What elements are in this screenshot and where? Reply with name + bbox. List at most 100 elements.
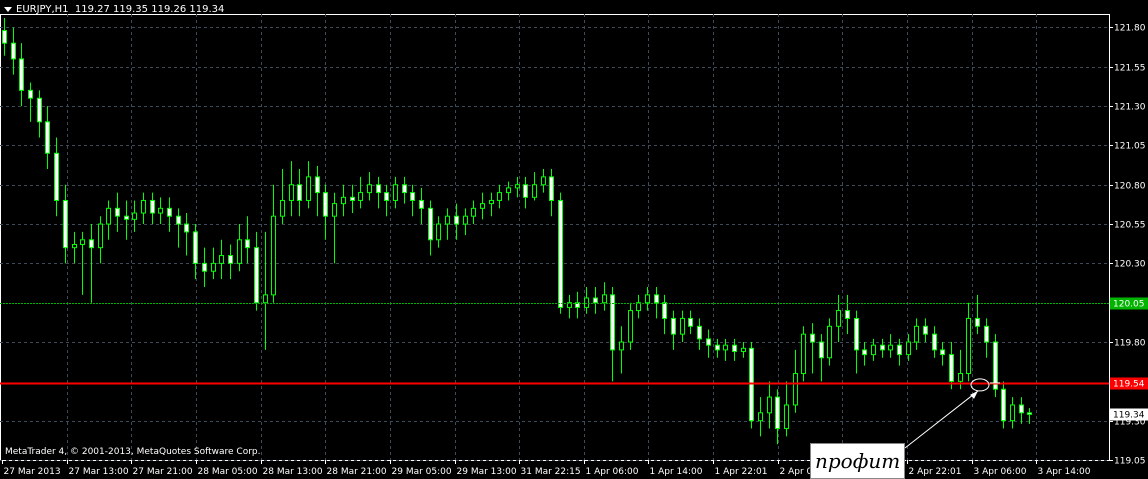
- candle-bear: [115, 207, 120, 217]
- candle-bear: [228, 255, 233, 264]
- candle-bull: [836, 310, 841, 327]
- candle-bull: [132, 212, 137, 220]
- candle-bull: [263, 294, 268, 304]
- candle-bear: [671, 317, 676, 335]
- candle-bear: [297, 184, 302, 201]
- price-tick-label: 120.55: [1114, 221, 1146, 231]
- candle-bear: [323, 192, 328, 217]
- candle-bull: [888, 344, 893, 351]
- candle-bull: [271, 215, 276, 296]
- candle-bull: [793, 372, 798, 406]
- candle-bull: [914, 325, 919, 343]
- candle-bear: [923, 325, 928, 335]
- red-level-price-label: 119.54: [1113, 380, 1145, 390]
- copyright-text: MetaTrader 4, © 2001-2013, MetaQuotes So…: [5, 447, 261, 457]
- candle-bear: [810, 333, 815, 343]
- candle-bear: [402, 184, 407, 194]
- dropdown-triangle-icon[interactable]: [4, 6, 12, 12]
- candle-bear: [89, 239, 94, 249]
- candle-bear: [376, 184, 381, 194]
- candle-bull: [966, 317, 971, 374]
- candle-bear: [819, 341, 824, 359]
- time-tick-label: 3 Apr 14:00: [1038, 467, 1091, 477]
- candle-bull: [1010, 404, 1015, 422]
- candle-bull: [541, 176, 546, 186]
- candle-bear: [167, 207, 172, 217]
- candle-bear: [558, 199, 563, 308]
- candle-bull: [158, 207, 163, 214]
- time-tick-label: 31 Mar 22:15: [521, 467, 581, 477]
- candle-bull: [506, 187, 511, 194]
- candle-bull: [445, 215, 450, 225]
- candle-bear: [28, 89, 33, 99]
- candle-bull: [532, 184, 537, 198]
- candle-bull: [98, 223, 103, 249]
- candle-bear: [315, 176, 320, 194]
- candle-bear: [54, 152, 59, 201]
- ohlc-readout: 119.27 119.35 119.26 119.34: [74, 4, 225, 15]
- candle-bull: [463, 215, 468, 225]
- candle-bull: [393, 184, 398, 201]
- candle-bull: [489, 199, 494, 205]
- candle-bear: [11, 42, 16, 60]
- candle-bull: [741, 347, 746, 352]
- candle-bear: [732, 344, 737, 352]
- time-tick-label: 1 Apr 22:01: [715, 467, 768, 477]
- candle-bull: [584, 297, 589, 308]
- time-tick-label: 28 Mar 13:00: [263, 467, 323, 477]
- price-chart[interactable]: 121.80 121.55 121.30 121.05 120.80 120.55 120.…: [0, 0, 1148, 479]
- annotation-label[interactable]: профит: [810, 443, 905, 479]
- candle-bear: [775, 396, 780, 430]
- candle-bull: [306, 176, 311, 201]
- annotation-arrow-line: [904, 390, 979, 449]
- candle-bull: [141, 199, 146, 214]
- current-price-label: 119.34: [1113, 411, 1145, 421]
- candle-bull: [332, 203, 337, 217]
- chart-header: EURJPY,H1 119.27 119.35 119.26 119.34: [4, 4, 224, 15]
- candle-bull: [237, 239, 242, 264]
- candle-bear: [2, 30, 7, 44]
- candle-bull: [619, 341, 624, 351]
- price-tick-label: 120.80: [1114, 182, 1146, 192]
- annotation-arrow-head: [970, 390, 978, 399]
- candle-bear: [654, 294, 659, 304]
- time-tick-label: 27 Mar 13:00: [69, 467, 129, 477]
- candle-bear: [428, 207, 433, 241]
- candle-bear: [454, 215, 459, 225]
- candle-bear: [384, 192, 389, 201]
- candle-bear: [940, 349, 945, 356]
- candle-bear: [715, 344, 720, 351]
- candle-bull: [758, 412, 763, 422]
- candle-bear: [862, 349, 867, 356]
- candle-bear: [523, 184, 528, 198]
- price-tick-label: 120.30: [1114, 260, 1146, 270]
- candle-bear: [254, 247, 259, 304]
- candle-bear: [19, 58, 24, 91]
- symbol-label: EURJPY,H1: [16, 4, 69, 15]
- time-tick-label: 27 Mar 2013: [4, 467, 61, 477]
- candle-bear: [854, 317, 859, 351]
- candle-bear: [202, 262, 207, 272]
- price-tick-label: 121.80: [1114, 24, 1146, 34]
- candle-bull: [106, 207, 111, 225]
- candle-bear: [45, 121, 50, 154]
- candle-bear: [975, 317, 980, 327]
- candle-bear: [176, 215, 181, 225]
- price-tick-label: 121.05: [1114, 142, 1146, 152]
- candle-bear: [688, 317, 693, 327]
- candle-bear: [1019, 404, 1024, 414]
- candle-bull: [680, 317, 685, 335]
- time-tick-label: 3 Apr 06:00: [974, 467, 1027, 477]
- candle-bear: [845, 310, 850, 319]
- time-tick-label: 1 Apr 14:00: [650, 467, 703, 477]
- candle-bear: [932, 333, 937, 351]
- chart-area[interactable]: 121.80 121.55 121.30 121.05 120.80 120.55 120.…: [0, 0, 1148, 479]
- candle-bull: [219, 255, 224, 264]
- touch-marker-ellipse: [970, 378, 990, 392]
- candle-bear: [350, 196, 355, 201]
- candle-bear: [1001, 388, 1006, 422]
- candle-bull: [958, 372, 963, 382]
- candle-bear: [150, 199, 155, 214]
- candle-bull: [497, 192, 502, 201]
- price-tick-label: 119.80: [1114, 339, 1146, 349]
